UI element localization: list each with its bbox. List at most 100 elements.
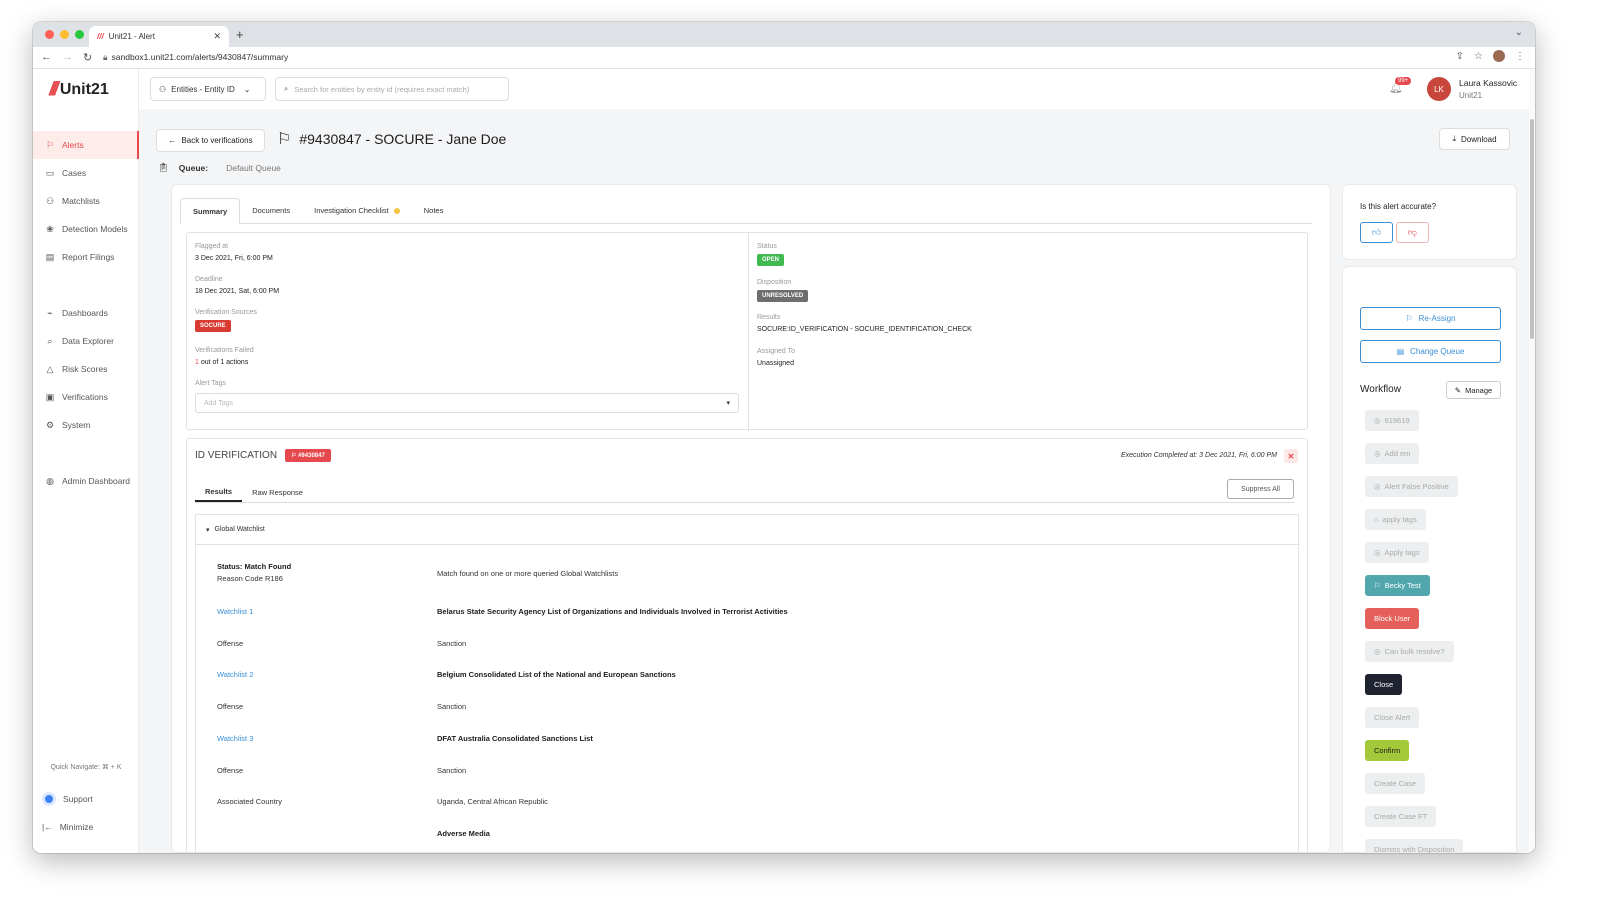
tab-results[interactable]: Results bbox=[195, 483, 243, 502]
alert-details-card: Summary Documents Investigation Checklis… bbox=[171, 184, 1331, 853]
tab-documents[interactable]: Documents bbox=[240, 198, 302, 223]
tag-icon: ⌂ bbox=[1374, 515, 1379, 524]
back-arrow-icon[interactable]: ← bbox=[41, 51, 52, 64]
tab-summary[interactable]: Summary bbox=[180, 198, 241, 224]
sidebar-item-detection-models[interactable]: ❀ Detection Models bbox=[33, 215, 139, 243]
quick-navigate-hint: Quick Navigate: ⌘ + K bbox=[50, 764, 122, 771]
tab-raw-response[interactable]: Raw Response bbox=[242, 483, 313, 502]
watchlist-link[interactable]: Watchlist 1 bbox=[217, 607, 253, 616]
tab-investigation-checklist[interactable]: Investigation Checklist bbox=[302, 198, 412, 223]
avatar[interactable]: LK bbox=[1427, 77, 1451, 101]
favicon-icon: /// bbox=[97, 32, 104, 41]
forward-arrow-icon[interactable]: → bbox=[62, 51, 73, 64]
re-assign-button[interactable]: ⚐ Re-Assign bbox=[1360, 307, 1501, 330]
kebab-menu-icon[interactable]: ⋮ bbox=[1515, 51, 1525, 62]
browser-tab[interactable]: /// Unit21 - Alert ✕ bbox=[89, 26, 229, 47]
thumbs-up-icon: 👍︎ bbox=[1371, 227, 1382, 237]
alert-tabs: Summary Documents Investigation Checklis… bbox=[180, 198, 1312, 224]
close-icon[interactable]: ✕ bbox=[1284, 449, 1298, 463]
sidebar-item-system[interactable]: ⚙ System bbox=[33, 411, 139, 439]
alert-id-badge[interactable]: ⚐ #9430847 bbox=[285, 449, 331, 462]
profile-avatar[interactable] bbox=[1493, 50, 1505, 62]
scrollbar-thumb[interactable] bbox=[1530, 119, 1534, 339]
sidebar-item-report-filings[interactable]: ▤ Report Filings bbox=[33, 243, 139, 271]
sidebar-item-data-explorer[interactable]: ⌕ Data Explorer bbox=[33, 327, 139, 355]
new-tab-icon[interactable]: + bbox=[236, 27, 244, 42]
workflow-button-apply-tags-lower[interactable]: ⌂ apply tags bbox=[1365, 509, 1426, 530]
tab-notes[interactable]: Notes bbox=[412, 198, 456, 223]
logo[interactable]: /// Unit21 bbox=[49, 79, 109, 101]
workflow-button-create-case-ft[interactable]: Create Case FT bbox=[1365, 806, 1437, 827]
watchlist-link[interactable]: Watchlist 3 bbox=[217, 734, 253, 743]
minimize-window-button[interactable] bbox=[60, 30, 69, 39]
verification-sources-label: Verification Sources bbox=[195, 309, 257, 316]
sidebar-item-alerts[interactable]: ⚐ Alerts bbox=[33, 131, 139, 159]
global-watchlist-header[interactable]: ▾ Global Watchlist bbox=[196, 515, 1300, 545]
manage-button[interactable]: ✎ Manage bbox=[1446, 381, 1501, 399]
disposition-label: Disposition bbox=[757, 279, 792, 286]
user-plus-icon: ⚇ bbox=[45, 195, 55, 206]
flagged-at-label: Flagged at bbox=[195, 243, 229, 250]
result-tabs: Results Raw Response bbox=[195, 483, 1295, 503]
star-icon[interactable]: ☆ bbox=[1474, 51, 1483, 62]
sidebar-item-verifications[interactable]: ▣ Verifications bbox=[33, 383, 139, 411]
top-header: ⚇ Entities - Entity ID ⌄ ⌕ Search for entit… bbox=[139, 69, 1535, 109]
disposition-badge: UNRESOLVED bbox=[757, 290, 809, 302]
results-label: Results bbox=[757, 314, 781, 321]
sidebar-item-cases[interactable]: ▭ Cases bbox=[33, 159, 139, 187]
sidebar-item-matchlists[interactable]: ⚇ Matchlists bbox=[33, 187, 139, 215]
workflow-button-add-em[interactable]: ◎ Add em bbox=[1365, 443, 1420, 464]
thumbs-up-button[interactable]: 👍︎ bbox=[1360, 222, 1393, 243]
suppress-all-button[interactable]: Suppress All bbox=[1227, 479, 1294, 499]
workflow-button-close-alert[interactable]: Close Alert bbox=[1365, 707, 1420, 728]
workflow-button-can-bulk-resolve[interactable]: ◎ Can bulk resolve? bbox=[1365, 641, 1454, 662]
flag-icon: ⚐ bbox=[277, 131, 292, 148]
sidebar-nav: ⚐ Alerts ▭ Cases ⚇ Matchlists ❀ Detection Mo… bbox=[33, 131, 139, 495]
workflow-button-create-case[interactable]: Create Case bbox=[1365, 773, 1426, 794]
share-icon[interactable]: ⇪ bbox=[1456, 51, 1464, 62]
entity-search-input[interactable]: ⌕ Search for entities by entity id (requi… bbox=[275, 77, 509, 101]
thumbs-down-button[interactable]: 👎︎ bbox=[1396, 222, 1429, 243]
status-label: Status bbox=[757, 243, 777, 250]
workflow-button-619619[interactable]: ◎ 619619 bbox=[1365, 410, 1419, 431]
url-field[interactable]: 🔒︎ sandbox1.unit21.com/alerts/9430847/sum… bbox=[103, 52, 288, 63]
back-to-verifications-button[interactable]: ← Back to verifications bbox=[156, 129, 265, 152]
queue-value: Default Queue bbox=[226, 162, 281, 173]
socure-badge: SOCURE bbox=[195, 320, 231, 332]
reload-icon[interactable]: ↻ bbox=[83, 51, 92, 64]
workflow-button-close[interactable]: Close bbox=[1365, 674, 1403, 695]
close-window-button[interactable] bbox=[45, 30, 54, 39]
workflow-button-alert-false-positive[interactable]: ◎ Alert False Positive bbox=[1365, 476, 1458, 497]
change-queue-button[interactable]: ▤ Change Queue bbox=[1360, 340, 1501, 363]
workflow-button-confirm[interactable]: Confirm bbox=[1365, 740, 1410, 761]
workflow-button-block-user[interactable]: Block User bbox=[1365, 608, 1420, 629]
minimize-button[interactable]: |← Minimize bbox=[33, 813, 139, 841]
support-button[interactable]: Support bbox=[33, 785, 139, 813]
sidebar-item-risk-scores[interactable]: △ Risk Scores bbox=[33, 355, 139, 383]
id-verification-title: ID VERIFICATION ⚐ #9430847 bbox=[195, 449, 331, 462]
clipboard-icon: ▤ bbox=[1396, 347, 1405, 356]
workflow-button-apply-tags[interactable]: ◎ Apply tags bbox=[1365, 542, 1429, 563]
maximize-window-button[interactable] bbox=[75, 30, 84, 39]
sidebar-item-admin-dashboard[interactable]: ◍ Admin Dashboard bbox=[33, 467, 139, 495]
entity-type-select[interactable]: ⚇ Entities - Entity ID ⌄ bbox=[150, 77, 266, 101]
search-table-icon: ⌕ bbox=[47, 335, 53, 346]
warning-icon: △ bbox=[46, 363, 54, 374]
scrollbar[interactable] bbox=[1529, 69, 1535, 853]
check-circle-icon: ◎ bbox=[1374, 548, 1381, 557]
chevron-down-icon[interactable]: ⌄ bbox=[1515, 27, 1523, 38]
caret-down-icon: ▾ bbox=[726, 400, 730, 407]
status-badge: OPEN bbox=[757, 254, 785, 266]
download-button[interactable]: ⤓ Download bbox=[1439, 128, 1510, 150]
workflow-button-becky-test[interactable]: ⚐ Becky Test bbox=[1365, 575, 1430, 596]
user-name[interactable]: Laura Kassovic bbox=[1459, 78, 1517, 88]
close-tab-icon[interactable]: ✕ bbox=[213, 31, 221, 42]
global-watchlist-section: ▾ Global Watchlist Status: Match Found Rea… bbox=[195, 514, 1300, 853]
sidebar-item-dashboards[interactable]: ⌁ Dashboards bbox=[33, 299, 139, 327]
collapse-icon: |← bbox=[42, 822, 53, 832]
alert-tags-select[interactable]: Add Tags ▾ bbox=[195, 393, 739, 413]
alert-tags-label: Alert Tags bbox=[195, 380, 226, 387]
flag-icon: ⚐ bbox=[45, 139, 55, 150]
watchlist-link[interactable]: Watchlist 2 bbox=[217, 670, 253, 679]
workflow-button-dismiss-with-disposition[interactable]: Dismiss with Disposition bbox=[1365, 839, 1464, 853]
